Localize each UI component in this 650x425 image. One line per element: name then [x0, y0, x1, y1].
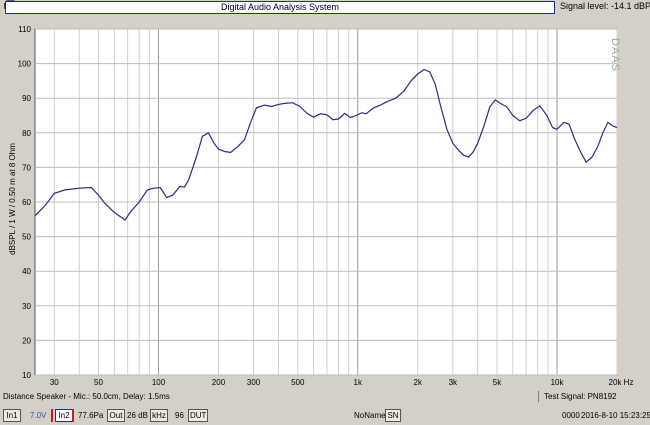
y-tick-label: 80	[22, 129, 31, 138]
y-tick-label: 90	[22, 94, 31, 103]
app-title: Digital Audio Analysis System	[5, 1, 555, 14]
y-tick-label: 10	[22, 371, 31, 380]
test-signal-status: Test Signal: PN8192	[544, 392, 617, 401]
status-divider	[538, 391, 539, 402]
bottom-bar: In1 7.0V In2 77.6Pa Out 26 dB kHz 96 DUT…	[0, 404, 650, 425]
frequency-response-chart: 10 20 30 40 50 60 70 80 90 100 110 30 50 100 200 300 50…	[0, 15, 650, 390]
x-tick-label: 2k	[414, 378, 423, 387]
y-tick-label: 20	[22, 336, 31, 345]
in1-button[interactable]: In1	[3, 409, 21, 422]
y-tick-label: 110	[18, 25, 31, 34]
x-tick-label: 1k	[354, 378, 363, 387]
y-axis-label: dBSPL / 1 W / 0.50 m at 8 Ohm	[8, 143, 17, 255]
in1-voltage: 7.0V	[30, 411, 47, 420]
in2-level-indicator	[72, 409, 74, 422]
sn-button[interactable]: SN	[385, 409, 401, 422]
x-tick-label: 200	[212, 378, 226, 387]
watermark-daas: DAAS	[609, 38, 621, 72]
out-button[interactable]: Out	[107, 409, 125, 422]
x-tick-label: 50	[94, 378, 103, 387]
x-tick-label: 500	[291, 378, 305, 387]
dut-button[interactable]: DUT	[188, 409, 208, 422]
in2-button[interactable]: In2	[55, 409, 73, 422]
date-time: 2016-8-10 15:23:25	[581, 411, 650, 420]
y-tick-label: 100	[18, 60, 32, 69]
khz-button[interactable]: kHz	[150, 409, 168, 422]
dut-value: 96	[175, 411, 184, 420]
distance-delay-status: Distance Speaker - Mic.: 50.0cm, Delay: …	[3, 392, 170, 401]
x-tick-label: 10k	[551, 378, 565, 387]
y-tick-label: 60	[22, 198, 31, 207]
status-bar: Distance Speaker - Mic.: 50.0cm, Delay: …	[0, 390, 650, 403]
in2-pressure: 77.6Pa	[78, 411, 104, 420]
y-tick-label: 50	[22, 233, 31, 242]
y-tick-label: 40	[22, 267, 31, 276]
x-tick-label: 100	[152, 378, 166, 387]
signal-level: Signal level: -14.1 dBPa	[560, 1, 650, 11]
x-tick-label: 300	[247, 378, 261, 387]
out-level: 26 dB	[127, 411, 148, 420]
y-tick-label: 30	[22, 302, 31, 311]
x-tick-label: 30	[50, 378, 59, 387]
dut-name: NoName	[354, 411, 386, 420]
x-tick-label: 20k Hz	[609, 378, 634, 387]
x-tick-label: 3k	[449, 378, 458, 387]
x-tick-label: 5k	[493, 378, 502, 387]
y-tick-label: 70	[22, 163, 31, 172]
counter-value: 0000	[562, 411, 580, 420]
in1-level-indicator	[51, 409, 53, 422]
title-bar: Digital Audio Analysis System Signal lev…	[0, 0, 650, 15]
